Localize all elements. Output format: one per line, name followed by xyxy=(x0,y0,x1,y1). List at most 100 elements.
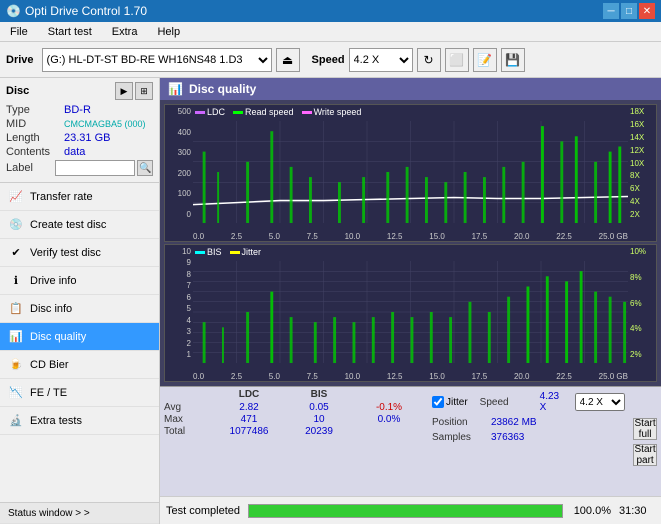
read-dot xyxy=(233,111,243,114)
x-label-22.5: 22.5 xyxy=(556,232,572,241)
legend-write: Write speed xyxy=(302,107,362,117)
y2-right-4pct: 4% xyxy=(628,324,656,333)
drive-select[interactable]: (G:) HL-DT-ST BD-RE WH16NS48 1.D3 xyxy=(42,48,272,72)
x-label-17.5: 17.5 xyxy=(472,232,488,241)
maximize-button[interactable]: □ xyxy=(621,3,637,19)
sidebar-item-label: CD Bier xyxy=(30,359,69,371)
content-area: 📊 Disc quality LDC Read speed xyxy=(160,78,661,524)
disc-type-row: Type BD-R xyxy=(6,104,153,116)
disc-label-button[interactable]: 🔍 xyxy=(137,160,153,176)
disc-contents-label: Contents xyxy=(6,146,64,158)
disc-quality-icon: 📊 xyxy=(8,329,24,345)
refresh-button[interactable]: ↻ xyxy=(417,48,441,72)
jitter-check: Jitter xyxy=(432,396,468,408)
y-right-6x: 6X xyxy=(628,184,656,193)
chart1-x-axis: 0.0 2.5 5.0 7.5 10.0 12.5 15.0 17.5 20.0… xyxy=(193,223,628,241)
speed-display-label: Speed xyxy=(480,397,536,408)
sidebar-item-verify-test-disc[interactable]: ✔ Verify test disc xyxy=(0,239,159,267)
disc-type-value: BD-R xyxy=(64,104,91,116)
status-window-item[interactable]: Status window > > xyxy=(0,502,159,524)
sidebar-item-drive-info[interactable]: ℹ Drive info xyxy=(0,267,159,295)
sidebar-item-disc-info[interactable]: 📋 Disc info xyxy=(0,295,159,323)
menu-start-test[interactable]: Start test xyxy=(42,24,98,40)
stats-row-avg: Avg 2.82 0.05 -0.1% xyxy=(164,402,424,413)
sidebar-item-label: Create test disc xyxy=(30,219,106,231)
content-header: 📊 Disc quality xyxy=(160,78,661,100)
progress-label: 100.0% xyxy=(571,505,611,517)
write-dot xyxy=(302,111,312,114)
y-right-10x: 10X xyxy=(628,159,656,168)
stats-row: LDC BIS Avg 2.82 0.05 -0.1% Max 471 10 xyxy=(160,387,661,496)
max-jitter: 0.0% xyxy=(354,414,424,425)
chart1-svg-area xyxy=(193,121,628,223)
sidebar-item-transfer-rate[interactable]: 📈 Transfer rate xyxy=(0,183,159,211)
jitter-checkbox[interactable] xyxy=(432,396,444,408)
close-button[interactable]: ✕ xyxy=(639,3,655,19)
toolbar: Drive (G:) HL-DT-ST BD-RE WH16NS48 1.D3 … xyxy=(0,42,661,78)
disc-mid-value: CMCMAGBA5 (000) xyxy=(64,119,146,129)
sidebar-item-cd-bier[interactable]: 🍺 CD Bier xyxy=(0,351,159,379)
chart2-svg xyxy=(193,261,628,363)
speed-select-stats[interactable]: 4.2 X xyxy=(575,393,626,411)
stats-row-max: Max 471 10 0.0% xyxy=(164,414,424,425)
sidebar-item-create-test-disc[interactable]: 💿 Create test disc xyxy=(0,211,159,239)
menu-extra[interactable]: Extra xyxy=(106,24,144,40)
disc-type-label: Type xyxy=(6,104,64,116)
speed-select[interactable]: 4.2 X xyxy=(349,48,413,72)
content-header-icon: 📊 xyxy=(168,82,183,96)
chart-ldc: LDC Read speed Write speed 500 400 300 xyxy=(164,104,657,242)
sidebar-item-label: FE / TE xyxy=(30,387,67,399)
jitter-row: Jitter Speed 4.23 X 4.2 X xyxy=(432,391,625,413)
x-label-7.5: 7.5 xyxy=(307,232,318,241)
x2-label-5: 5.0 xyxy=(269,372,280,381)
disc-icon-btn1[interactable]: ▶ xyxy=(115,82,133,100)
y-label-500: 500 xyxy=(165,107,193,116)
stats-table: LDC BIS Avg 2.82 0.05 -0.1% Max 471 10 xyxy=(160,387,428,496)
disc-label-input[interactable] xyxy=(55,160,135,176)
menu-file[interactable]: File xyxy=(4,24,34,40)
start-part-button[interactable]: Start part xyxy=(633,444,657,466)
stats-header: LDC BIS xyxy=(164,389,424,400)
x-label-20: 20.0 xyxy=(514,232,530,241)
x2-label-25: 25.0 GB xyxy=(599,372,628,381)
write-button[interactable]: 📝 xyxy=(473,48,497,72)
disc-icon-btn2[interactable]: ⊞ xyxy=(135,82,153,100)
col-header-jitter-title xyxy=(354,389,424,400)
chart1-legend: LDC Read speed Write speed xyxy=(195,107,361,117)
disc-panel-title: Disc xyxy=(6,85,29,97)
disc-info-icon: 📋 xyxy=(8,301,24,317)
disc-length-row: Length 23.31 GB xyxy=(6,132,153,144)
sidebar-item-disc-quality[interactable]: 📊 Disc quality xyxy=(0,323,159,351)
y-right-16x: 16X xyxy=(628,120,656,129)
speed-label: Speed xyxy=(312,54,345,66)
chart2-y-axis-left: 10 9 8 7 6 5 4 3 2 1 xyxy=(165,245,193,361)
x2-label-0: 0.0 xyxy=(193,372,204,381)
y2-label-7: 7 xyxy=(165,281,193,290)
sidebar-item-label: Extra tests xyxy=(30,415,82,427)
sidebar-item-label: Disc info xyxy=(30,303,72,315)
y-right-8x: 8X xyxy=(628,171,656,180)
start-full-button[interactable]: Start full xyxy=(633,418,657,440)
ldc-label: LDC xyxy=(207,107,225,117)
x2-label-17.5: 17.5 xyxy=(472,372,488,381)
progress-bar xyxy=(248,504,563,518)
sidebar-item-fe-te[interactable]: 📉 FE / TE xyxy=(0,379,159,407)
y2-right-2pct: 2% xyxy=(628,350,656,359)
eject-button[interactable]: ⏏ xyxy=(276,48,300,72)
erase-button[interactable]: ⬜ xyxy=(445,48,469,72)
col-header-ldc: LDC xyxy=(214,389,284,400)
save-button[interactable]: 💾 xyxy=(501,48,525,72)
menu-help[interactable]: Help xyxy=(151,24,186,40)
x2-label-20: 20.0 xyxy=(514,372,530,381)
y2-label-9: 9 xyxy=(165,258,193,267)
position-row: Position 23862 MB xyxy=(432,417,625,428)
y2-label-8: 8 xyxy=(165,270,193,279)
y-label-200: 200 xyxy=(165,169,193,178)
max-label: Max xyxy=(164,414,214,425)
sidebar-item-extra-tests[interactable]: 🔬 Extra tests xyxy=(0,407,159,435)
drive-info-icon: ℹ xyxy=(8,273,24,289)
minimize-button[interactable]: ─ xyxy=(603,3,619,19)
sidebar: Disc ▶ ⊞ Type BD-R MID CMCMAGBA5 (000) L… xyxy=(0,78,160,524)
disc-mid-label: MID xyxy=(6,118,64,130)
x2-label-22.5: 22.5 xyxy=(556,372,572,381)
